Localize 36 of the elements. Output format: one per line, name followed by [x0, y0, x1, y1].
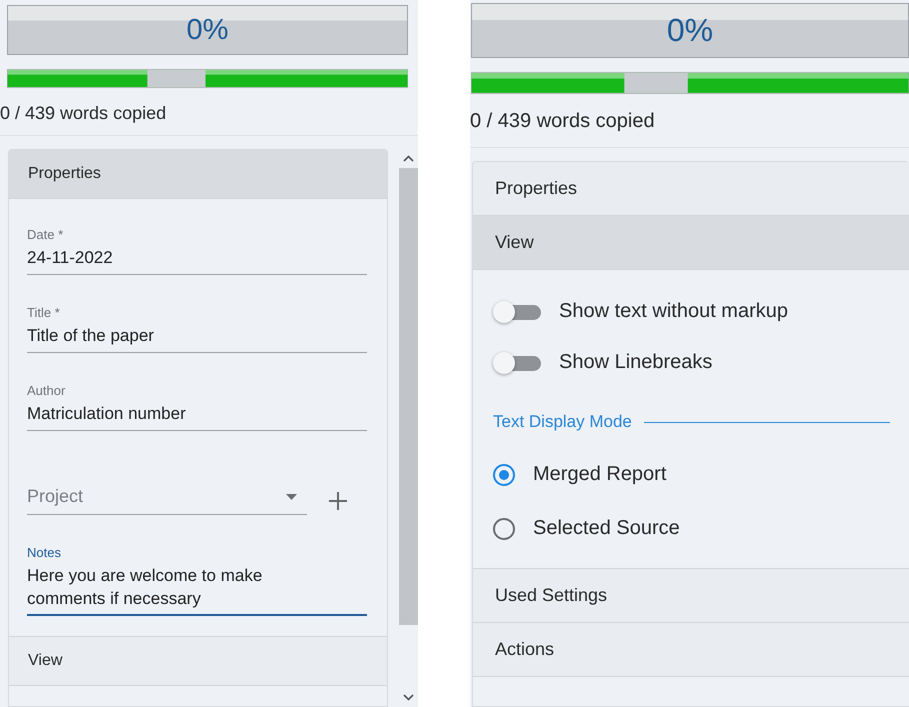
words-copied-text: 0 / 439 words copied — [0, 103, 168, 124]
toggle-label: Show text without markup — [559, 300, 788, 323]
accordion-header[interactable]: Properties — [9, 150, 387, 199]
plus-icon[interactable] — [329, 492, 347, 510]
accordion-header[interactable]: Properties — [473, 162, 909, 216]
accordion-header[interactable]: Used Settings — [473, 569, 909, 623]
field-value: Here you are welcome to make comments if necessary — [27, 565, 264, 610]
field-label: Author — [27, 383, 66, 398]
text-field[interactable]: Notes Here you are welcome to make comments if necessary — [27, 545, 367, 616]
toggle-label: Show Linebreaks — [559, 351, 712, 374]
accordion-header[interactable]: View — [473, 216, 909, 270]
progress-button[interactable]: 0% — [7, 5, 408, 55]
accordion-header[interactable]: View — [9, 637, 387, 686]
text-field[interactable]: Author Matriculation number — [27, 383, 367, 431]
chevron-up-icon[interactable] — [403, 155, 414, 162]
toggle-switch[interactable] — [493, 300, 543, 322]
project-select[interactable]: Project — [27, 486, 307, 515]
group-heading: Text Display Mode — [493, 412, 632, 432]
field-label: Title * — [27, 305, 61, 320]
text-field[interactable]: Date * 24-11-2022 — [27, 227, 367, 275]
text-field[interactable]: Title * Title of the paper — [27, 305, 367, 353]
field-value: Title of the paper — [27, 325, 155, 347]
caret-icon — [286, 494, 297, 500]
radio-button[interactable] — [493, 464, 515, 486]
field-value: 24-11-2022 — [27, 247, 114, 269]
field-label: Date * — [27, 227, 64, 242]
words-copied-text: 0 / 439 words copied — [470, 110, 656, 133]
radio-button[interactable] — [493, 518, 515, 540]
field-value: Matriculation number — [27, 403, 187, 425]
radio-label: Selected Source — [533, 517, 680, 540]
toggle-switch[interactable] — [493, 352, 543, 374]
progress-button[interactable]: 0% — [471, 3, 909, 58]
chevron-down-icon[interactable] — [403, 694, 414, 701]
accordion-header[interactable]: Actions — [473, 623, 909, 677]
field-label: Notes — [27, 545, 62, 560]
radio-label: Merged Report — [533, 463, 666, 486]
